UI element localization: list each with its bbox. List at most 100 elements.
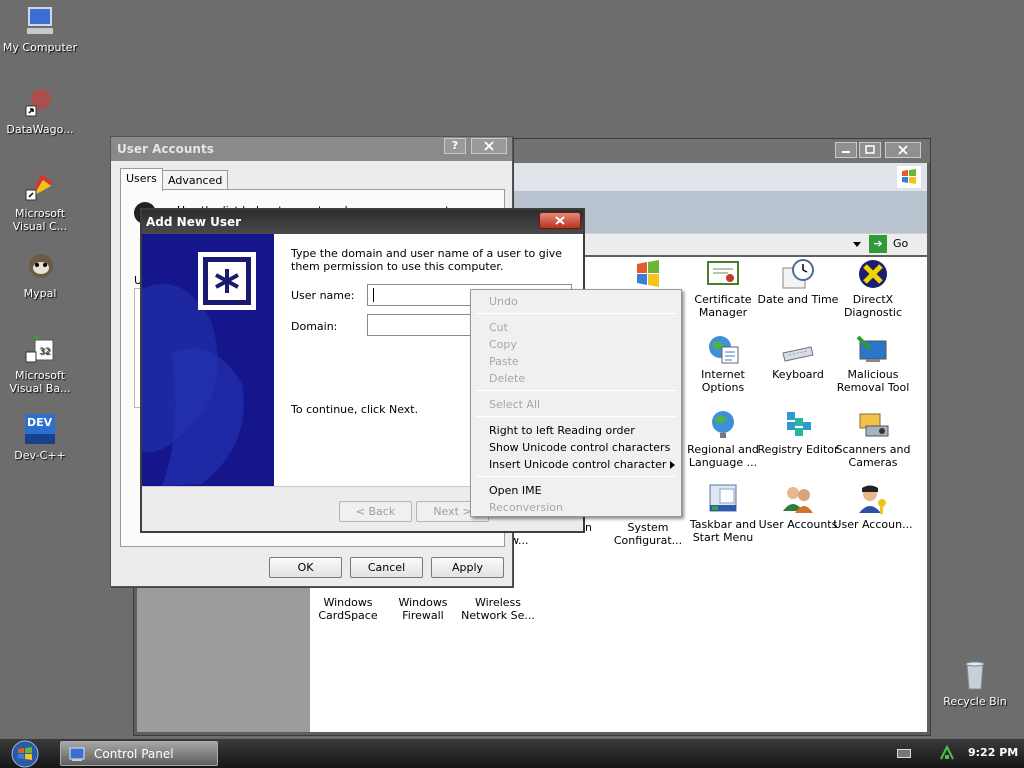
- menu-item-reconversion[interactable]: Reconversion: [489, 501, 563, 514]
- desktop-icon-label: Dev-C++: [14, 449, 66, 462]
- close-icon: [555, 216, 565, 225]
- close-button[interactable]: [471, 138, 507, 154]
- submenu-arrow-icon: [670, 461, 675, 469]
- cp-item-user-accounts-2[interactable]: User Accoun...: [831, 483, 915, 531]
- domain-label: Domain:: [291, 320, 338, 333]
- desktop-icon-label: Recycle Bin: [943, 695, 1007, 708]
- menu-item-copy[interactable]: Copy: [489, 338, 517, 351]
- menu-item-rtl-reading-order[interactable]: Right to left Reading order: [489, 424, 635, 437]
- cp-item-label: User Accounts: [758, 518, 838, 531]
- wizard-banner: [142, 234, 274, 486]
- taskbar-button-label: Control Panel: [94, 747, 174, 761]
- desktop-icon-label: Microsoft Visual C...: [12, 207, 68, 233]
- menu-item-insert-unicode[interactable]: Insert Unicode control character: [489, 458, 666, 471]
- datawago-icon: [23, 86, 57, 120]
- help-button[interactable]: ?: [444, 138, 466, 154]
- button-label: Next >: [433, 505, 472, 518]
- cp-item-windows-firewall[interactable]: Windows Firewall: [381, 596, 465, 622]
- add-new-user-titlebar[interactable]: Add New User: [142, 210, 583, 234]
- cp-item-regional-language[interactable]: Regional and Language ...: [681, 408, 765, 469]
- cp-item-label: Internet Options: [701, 368, 745, 394]
- close-button[interactable]: [885, 142, 921, 158]
- desktop-icon-devcpp[interactable]: DEV Dev-C++: [0, 412, 80, 462]
- cp-item-directx[interactable]: DirectX Diagnostic: [831, 258, 915, 319]
- cp-item-label: Wireless Network Se...: [461, 596, 535, 622]
- tab-advanced[interactable]: Advanced: [162, 170, 229, 190]
- cp-item-internet-options[interactable]: Internet Options: [681, 333, 765, 394]
- cp-item-date-time[interactable]: Date and Time: [756, 258, 840, 306]
- go-button[interactable]: ➔ Go: [869, 235, 917, 253]
- menu-separator: [475, 476, 677, 477]
- cp-item-label: Date and Time: [757, 293, 839, 306]
- cp-item-label: Certificate Manager: [694, 293, 752, 319]
- cp-item-windows-update[interactable]: [606, 258, 690, 293]
- desktop-icon-recycle-bin[interactable]: Recycle Bin: [935, 658, 1015, 708]
- start-button[interactable]: [6, 740, 44, 768]
- cp-item-wireless-network[interactable]: Wireless Network Se...: [456, 596, 540, 622]
- mypal-icon: [23, 250, 57, 284]
- users-icon: [781, 483, 815, 515]
- cancel-button[interactable]: Cancel: [350, 557, 423, 578]
- cp-item-label: DirectX Diagnostic: [843, 293, 903, 319]
- cp-item-label: Taskbar and Start Menu: [689, 518, 757, 544]
- cp-item-malicious-removal[interactable]: Malicious Removal Tool: [831, 333, 915, 394]
- taskbar-clock[interactable]: 9:22 PM: [968, 746, 1018, 759]
- button-label: OK: [297, 561, 314, 574]
- wizard-description: Type the domain and user name of a user …: [291, 247, 563, 273]
- desktop-icon-label: DataWago...: [6, 123, 74, 136]
- minimize-button[interactable]: [835, 142, 857, 158]
- cp-item-keyboard[interactable]: Keyboard: [756, 333, 840, 381]
- ok-button[interactable]: OK: [269, 557, 342, 578]
- taskbar-icon: [706, 483, 740, 515]
- control-panel-icon: [69, 747, 85, 761]
- cp-item-windows-cardspace[interactable]: Windows CardSpace: [306, 596, 390, 622]
- taskbar-button-control-panel[interactable]: Control Panel: [60, 741, 218, 766]
- menu-item-open-ime[interactable]: Open IME: [489, 484, 542, 497]
- menu-item-delete[interactable]: Delete: [489, 372, 525, 385]
- apply-button[interactable]: Apply: [431, 557, 504, 578]
- dev-badge: DEV: [27, 416, 53, 429]
- desktop-icon-label: Microsoft Visual Ba...: [9, 369, 71, 395]
- desktop-icon-label: My Computer: [2, 41, 78, 54]
- tab-label: Users: [126, 172, 157, 185]
- menu-item-paste[interactable]: Paste: [489, 355, 519, 368]
- desktop-icon-datawago[interactable]: DataWago...: [0, 86, 80, 136]
- menu-item-select-all[interactable]: Select All: [489, 398, 540, 411]
- desktop-icon-visual-c[interactable]: Microsoft Visual C...: [0, 170, 80, 233]
- network-tray-icon[interactable]: [939, 745, 955, 761]
- globe-icon: [706, 333, 740, 365]
- text-cursor: [373, 288, 374, 302]
- user-accounts-title: User Accounts: [117, 142, 214, 156]
- cp-item-taskbar-start[interactable]: Taskbar and Start Menu: [681, 483, 765, 544]
- desktop-icon-label: Mypal: [23, 287, 57, 300]
- menu-separator: [475, 313, 677, 314]
- close-icon: [898, 145, 908, 155]
- menu-item-cut[interactable]: Cut: [489, 321, 508, 334]
- desktop-icon-my-computer[interactable]: My Computer: [0, 4, 80, 54]
- cp-item-scanners-cameras[interactable]: Scanners and Cameras: [831, 408, 915, 469]
- close-button[interactable]: [539, 212, 581, 229]
- menu-separator: [475, 390, 677, 391]
- add-new-user-title: Add New User: [146, 215, 242, 229]
- maximize-button[interactable]: [859, 142, 881, 158]
- menu-item-show-unicode[interactable]: Show Unicode control characters: [489, 441, 670, 454]
- cp-item-label: Regional and Language ...: [687, 443, 759, 469]
- scanner-icon: [856, 408, 890, 440]
- button-label: < Back: [355, 505, 396, 518]
- desktop-icon-visual-basic[interactable]: 32 Microsoft Visual Ba...: [0, 332, 80, 395]
- address-dropdown[interactable]: [850, 236, 864, 252]
- cp-item-registry-editor[interactable]: Registry Editor: [756, 408, 840, 456]
- cp-item-certificate-manager[interactable]: Certificate Manager: [681, 258, 765, 319]
- regional-globe-icon: [706, 408, 740, 440]
- menu-item-undo[interactable]: Undo: [489, 295, 518, 308]
- continue-text: To continue, click Next.: [291, 403, 419, 416]
- chevron-down-icon: [853, 242, 861, 247]
- cp-item-label: System Configurat...: [613, 521, 683, 547]
- computer-icon: [23, 4, 57, 38]
- keyboard-tray-icon[interactable]: [897, 749, 911, 758]
- back-button[interactable]: < Back: [339, 501, 412, 522]
- user-key-icon: [856, 483, 890, 515]
- tab-users[interactable]: Users: [120, 168, 163, 191]
- cp-item-user-accounts[interactable]: User Accounts: [756, 483, 840, 531]
- desktop-icon-mypal[interactable]: Mypal: [0, 250, 80, 300]
